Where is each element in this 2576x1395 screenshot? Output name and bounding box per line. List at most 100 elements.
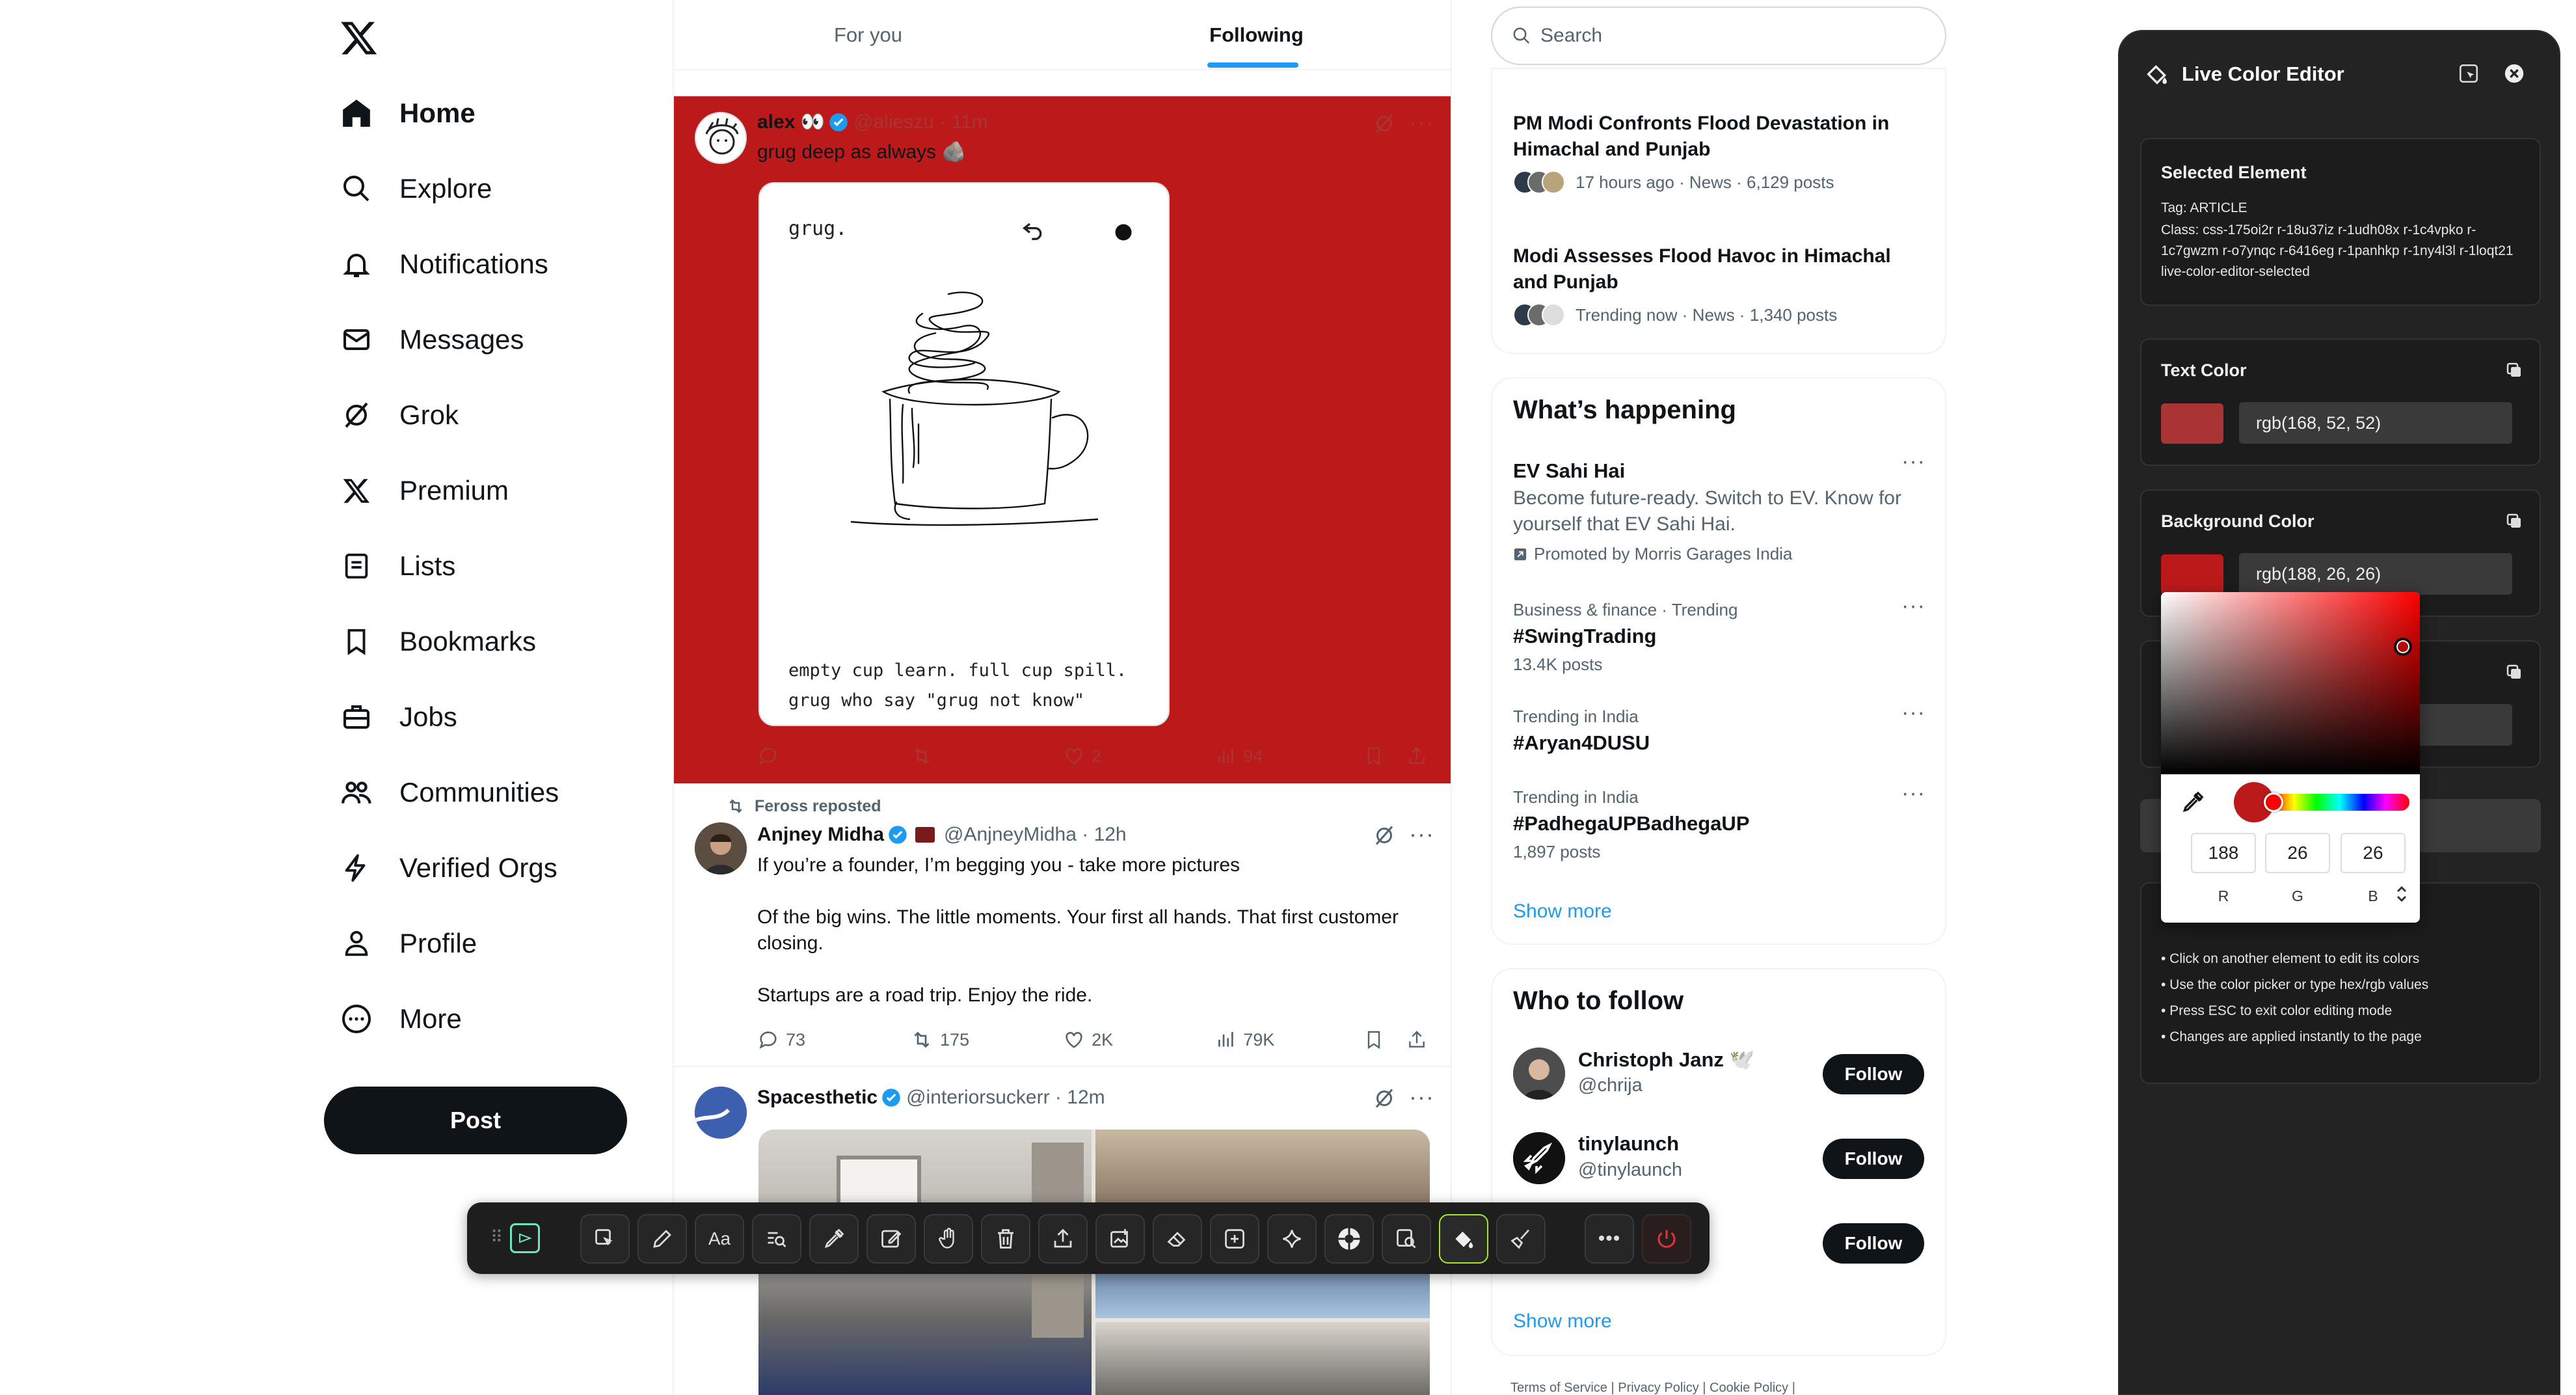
grok-icon[interactable] (1373, 112, 1396, 135)
news-title[interactable]: Modi Assesses Flood Havoc in Himachal an… (1513, 243, 1929, 295)
blue-input[interactable]: 26 (2341, 833, 2406, 873)
background-color-input[interactable]: rgb(188, 26, 26) (2239, 553, 2512, 595)
author-name[interactable]: Anjney Midha (757, 824, 884, 846)
reply-button[interactable] (757, 745, 910, 767)
edit-text-button[interactable] (637, 1214, 687, 1264)
nav-profile[interactable]: Profile (338, 917, 477, 969)
close-icon[interactable] (2503, 62, 2525, 85)
footer-links[interactable]: Terms of Service | Privacy Policy | Cook… (1510, 1381, 1795, 1395)
tweet-article-selected[interactable]: alex 👀 @alieszu · 11m ··· grug deep as a… (674, 96, 1451, 785)
background-color-swatch[interactable] (2161, 554, 2223, 595)
follow-handle[interactable]: @tinylaunch (1578, 1159, 1682, 1181)
inspect-text-button[interactable] (752, 1214, 801, 1264)
show-more-link[interactable]: Show more (1513, 1310, 1612, 1333)
avatar[interactable] (695, 1087, 747, 1139)
more-options-icon[interactable]: ··· (1901, 781, 1925, 806)
move-button[interactable] (924, 1214, 973, 1264)
news-title[interactable]: PM Modi Confronts Flood Devastation in H… (1513, 111, 1929, 163)
power-off-button[interactable] (1642, 1214, 1691, 1264)
extension-logo-icon[interactable] (510, 1223, 540, 1253)
retweet-button[interactable] (910, 744, 1063, 768)
grok-icon[interactable] (1373, 1087, 1396, 1110)
eyedropper-icon[interactable] (2180, 790, 2205, 815)
tab-following[interactable]: Following (1062, 0, 1451, 70)
author-handle[interactable]: @AnjneyMidha · 12h (944, 824, 1127, 846)
grok-icon[interactable] (1373, 824, 1396, 847)
more-options-icon[interactable]: ··· (1901, 449, 1925, 474)
nav-jobs[interactable]: Jobs (338, 691, 457, 743)
follow-name[interactable]: Christoph Janz 🕊️ (1578, 1048, 1754, 1072)
drag-handle-icon[interactable]: ⠿ (490, 1227, 503, 1247)
follow-handle[interactable]: @chrija (1578, 1075, 1643, 1096)
author-name[interactable]: Spacesthetic (757, 1087, 878, 1109)
more-options-icon[interactable]: ··· (1409, 822, 1434, 846)
capture-button[interactable] (1324, 1214, 1374, 1264)
views-button[interactable]: 79K (1216, 1029, 1363, 1050)
nav-verified-orgs[interactable]: Verified Orgs (338, 842, 557, 894)
text-color-swatch[interactable] (2161, 403, 2223, 444)
add-element-button[interactable] (1210, 1214, 1259, 1264)
ai-button[interactable] (1267, 1214, 1317, 1264)
avatar[interactable] (695, 112, 747, 164)
export-button[interactable] (1038, 1214, 1088, 1264)
reply-button[interactable]: 73 (757, 1029, 910, 1051)
pick-element-icon[interactable] (2458, 62, 2480, 85)
select-element-button[interactable] (580, 1214, 630, 1264)
color-editor-button[interactable] (1439, 1214, 1488, 1264)
nav-bookmarks[interactable]: Bookmarks (338, 616, 536, 668)
nav-notifications[interactable]: Notifications (338, 238, 548, 290)
retweet-button[interactable]: 175 (910, 1028, 1063, 1051)
delete-button[interactable] (981, 1214, 1030, 1264)
repost-label[interactable]: Feross reposted (755, 797, 881, 816)
saturation-handle[interactable] (2394, 638, 2412, 656)
format-toggle-icon[interactable] (2395, 885, 2408, 903)
bookmark-button[interactable] (1363, 746, 1406, 766)
follow-button[interactable]: Follow (1823, 1054, 1924, 1094)
share-button[interactable] (1406, 1029, 1427, 1050)
follow-name[interactable]: tinylaunch (1578, 1132, 1679, 1156)
more-options-icon[interactable]: ··· (1409, 1085, 1434, 1109)
font-button[interactable]: Aa (695, 1214, 744, 1264)
tweet-article[interactable]: Feross reposted Anjney Midha @AnjneyMidh… (674, 785, 1451, 1067)
bookmark-button[interactable] (1363, 1029, 1406, 1050)
nav-lists[interactable]: Lists (338, 540, 455, 592)
author-handle[interactable]: @alieszu · 11m (853, 111, 988, 133)
nav-communities[interactable]: Communities (338, 766, 559, 819)
clean-button[interactable] (1496, 1214, 1546, 1264)
nav-home[interactable]: Home (338, 87, 476, 139)
hue-slider[interactable] (2270, 794, 2409, 811)
avatar[interactable] (695, 822, 747, 874)
eyedropper-button[interactable] (809, 1214, 859, 1264)
search-input[interactable]: Search (1491, 7, 1946, 65)
hue-slider-handle[interactable] (2264, 792, 2283, 812)
follow-button[interactable]: Follow (1823, 1223, 1924, 1264)
trend-name[interactable]: #Aryan4DUSU (1513, 731, 1650, 755)
author-name[interactable]: alex 👀 (757, 111, 825, 133)
more-options-icon[interactable]: ··· (1901, 700, 1925, 725)
more-tools-button[interactable]: ••• (1585, 1214, 1634, 1264)
nav-messages[interactable]: Messages (338, 314, 524, 366)
nav-grok[interactable]: Grok (338, 389, 459, 441)
more-options-icon[interactable]: ··· (1409, 111, 1434, 134)
screenshot-button[interactable] (1095, 1214, 1145, 1264)
like-button[interactable]: 2 (1063, 745, 1216, 767)
tab-for-you[interactable]: For you (674, 0, 1062, 70)
copy-icon[interactable] (2504, 360, 2524, 380)
edit-box-button[interactable] (866, 1214, 916, 1264)
author-handle[interactable]: @interiorsuckerr · 12m (906, 1087, 1105, 1109)
tweet-media-card[interactable]: grug. empty cup learn. full cup spill. g… (758, 182, 1170, 726)
trend-name[interactable]: #SwingTrading (1513, 625, 1656, 648)
red-input[interactable]: 188 (2191, 833, 2256, 873)
views-button[interactable]: 94 (1216, 746, 1363, 766)
more-options-icon[interactable]: ··· (1901, 593, 1925, 619)
nav-more[interactable]: More (338, 993, 462, 1045)
copy-icon[interactable] (2504, 511, 2524, 531)
show-more-link[interactable]: Show more (1513, 901, 1612, 923)
eraser-button[interactable] (1153, 1214, 1202, 1264)
nav-explore[interactable]: Explore (338, 163, 492, 215)
avatar[interactable] (1513, 1132, 1565, 1184)
copy-icon[interactable] (2504, 662, 2524, 682)
trend-name[interactable]: #PadhegaUPBadhegaUP (1513, 812, 1750, 835)
saturation-value-area[interactable] (2161, 592, 2420, 774)
promo-name[interactable]: EV Sahi Hai (1513, 459, 1625, 483)
